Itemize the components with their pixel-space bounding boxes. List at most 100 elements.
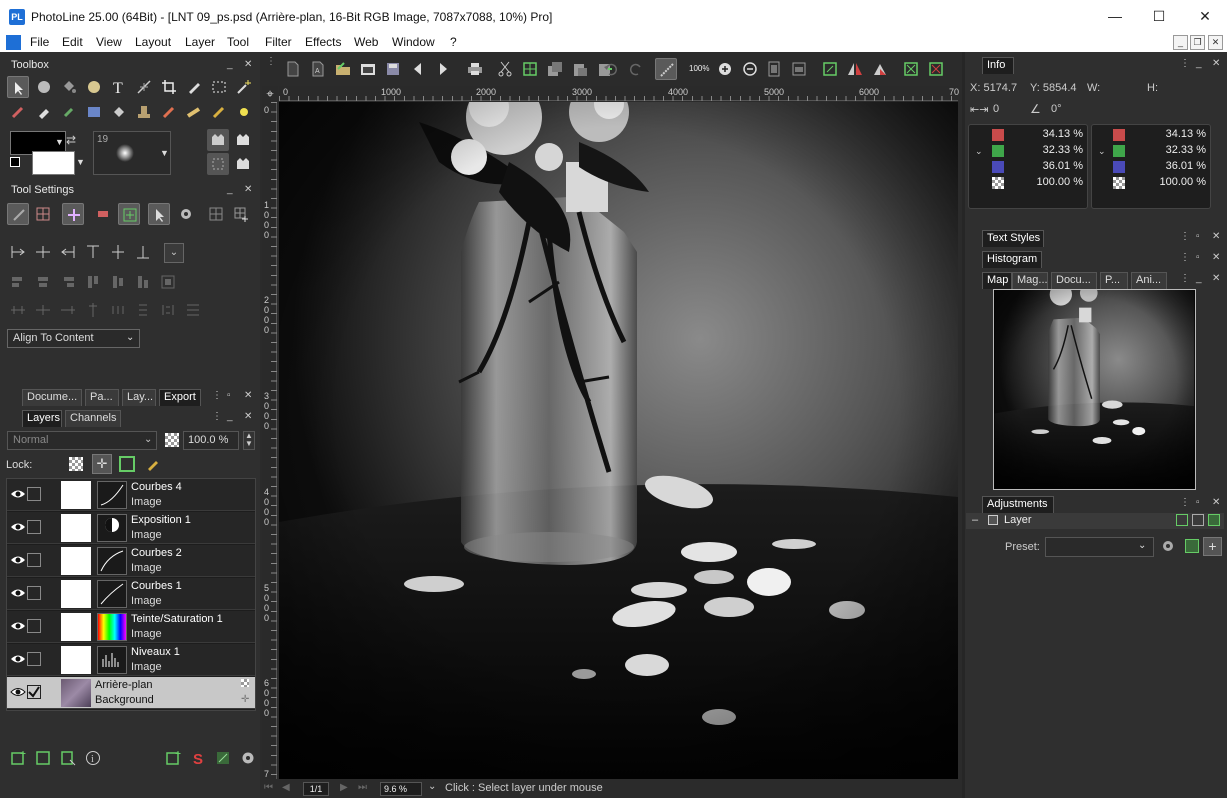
visibility-eye-icon[interactable] [10, 587, 26, 599]
text-styles-close-button[interactable]: ✕ [1212, 231, 1220, 242]
menu-file[interactable]: File [30, 35, 49, 49]
previous-document-icon[interactable] [407, 58, 429, 80]
tab-document[interactable]: Docu... [1051, 272, 1097, 289]
quick-mask-icon[interactable] [232, 129, 254, 151]
space-even-v-icon[interactable] [132, 299, 154, 321]
space-even-both-icon[interactable] [157, 299, 179, 321]
tab-map[interactable]: Map [982, 272, 1012, 289]
pen-tool[interactable] [183, 76, 205, 98]
mdi-minimize-button[interactable]: _ [1173, 35, 1188, 50]
crop-tool[interactable] [158, 76, 180, 98]
vertical-ruler[interactable]: 0 1 0 0 0 2 0 0 0 3 0 0 0 4 0 0 0 5 0 0 … [262, 102, 277, 779]
adj-link-icon[interactable] [1192, 514, 1204, 526]
adjustments-layer-header[interactable]: – Layer [966, 513, 1224, 529]
lock-size-icon[interactable] [119, 456, 135, 472]
cut-icon[interactable] [494, 58, 516, 80]
copy-icon[interactable] [544, 58, 566, 80]
map-close-button[interactable]: ✕ [1212, 273, 1220, 284]
tab-channels[interactable]: Channels [65, 410, 121, 427]
info-minimize-button[interactable]: _ [1196, 58, 1202, 69]
doc-tabs-float-button[interactable]: ▫ [227, 390, 231, 401]
menu-layout[interactable]: Layout [135, 35, 171, 49]
zoom-in-icon[interactable] [714, 58, 736, 80]
layer-mask-thumbnail[interactable] [61, 613, 91, 641]
layer-select-checkbox[interactable] [27, 553, 41, 567]
select-layer-option-icon[interactable] [7, 203, 29, 225]
map-minimize-button[interactable]: _ [1196, 273, 1202, 284]
adjustments-menu-icon[interactable]: ⋮ [1180, 497, 1190, 508]
layer-mask-thumbnail[interactable] [61, 646, 91, 674]
doc-tabs-menu-icon[interactable]: ⋮ [212, 390, 222, 401]
horizontal-ruler[interactable]: 0 1000 2000 3000 4000 5000 6000 70 [279, 86, 959, 101]
add-preset-button[interactable]: + [1203, 537, 1222, 556]
new-adjustment-icon[interactable] [212, 747, 234, 769]
document-canvas[interactable] [279, 102, 958, 779]
adjustments-float-button[interactable]: ▫ [1196, 497, 1200, 508]
layer-select-checkbox[interactable] [27, 520, 41, 534]
settings-gear-icon[interactable] [175, 203, 197, 225]
tab-magnifier[interactable]: Mag... [1012, 272, 1048, 289]
arrow-option-icon[interactable] [148, 203, 170, 225]
previous-page-icon[interactable]: ◀ [282, 782, 290, 793]
smudge-tool[interactable] [158, 101, 180, 123]
layer-mask-thumbnail[interactable] [61, 580, 91, 608]
duplicate-layer-icon[interactable] [32, 747, 54, 769]
toolbox-close-button[interactable]: ✕ [244, 59, 252, 70]
background-color-swatch[interactable] [32, 151, 75, 175]
resize-canvas-icon[interactable] [819, 58, 841, 80]
levels-thumbnail-icon[interactable] [97, 646, 127, 674]
first-page-icon[interactable]: ⏮ [264, 782, 273, 793]
clone-tool[interactable] [58, 101, 80, 123]
redo-icon[interactable] [625, 58, 647, 80]
adj-apply-icon[interactable] [1208, 514, 1220, 526]
layer-row-teinte-saturation-1[interactable]: Teinte/Saturation 1 Image [7, 611, 255, 643]
layer-row-courbes-1[interactable]: Courbes 1 Image [7, 578, 255, 610]
histogram-close-button[interactable]: ✕ [1212, 252, 1220, 263]
visibility-eye-icon[interactable] [10, 620, 26, 632]
transform-layer-icon[interactable] [900, 58, 922, 80]
preset-settings-gear-icon[interactable] [1161, 539, 1175, 553]
layer-mask-thumbnail[interactable] [61, 547, 91, 575]
brush-tool[interactable] [7, 101, 29, 123]
menu-layer[interactable]: Layer [185, 35, 215, 49]
transform-icon[interactable] [92, 203, 114, 225]
toolbox-minimize-button[interactable]: _ [227, 59, 233, 70]
preset-apply-icon[interactable] [1185, 539, 1199, 553]
tab-p[interactable]: P... [1100, 272, 1128, 289]
layers-minimize-button[interactable]: _ [227, 411, 233, 422]
info-menu-icon[interactable]: ⋮ [1180, 58, 1190, 69]
collapse-icon[interactable]: – [972, 514, 978, 526]
distribute-vcenter-icon[interactable] [107, 271, 129, 293]
document-icon[interactable] [6, 35, 21, 50]
distribute-hcenter-icon[interactable] [32, 271, 54, 293]
ellipse-shape-tool[interactable] [33, 76, 55, 98]
shape-tool[interactable] [83, 76, 105, 98]
smooth-zoom-icon[interactable] [655, 58, 677, 80]
retouch-tool[interactable] [183, 101, 205, 123]
grid-snap-icon[interactable] [32, 203, 54, 225]
next-page-icon[interactable]: ▶ [340, 782, 348, 793]
mask-edit-icon[interactable] [232, 153, 254, 175]
visibility-eye-icon[interactable] [10, 554, 26, 566]
fit-width-icon[interactable] [788, 58, 810, 80]
eraser-tool[interactable] [33, 101, 55, 123]
layer-row-exposition-1[interactable]: Exposition 1 Image [7, 512, 255, 544]
new-layer-icon[interactable] [7, 747, 29, 769]
space-h-left-icon[interactable] [7, 299, 29, 321]
new-from-template-icon[interactable]: A [307, 58, 329, 80]
layer-mask-thumbnail[interactable] [61, 481, 91, 509]
layer-select-checkbox[interactable] [27, 619, 41, 633]
tab-layout[interactable]: Lay... [122, 389, 156, 406]
undo-icon[interactable] [600, 58, 622, 80]
distribute-right-icon[interactable] [57, 271, 79, 293]
text-styles-menu-icon[interactable]: ⋮ [1180, 231, 1190, 242]
layer-row-niveaux-1[interactable]: Niveaux 1 Image [7, 644, 255, 676]
visibility-eye-icon[interactable] [10, 653, 26, 665]
doc-tabs-close-button[interactable]: ✕ [244, 390, 252, 401]
paint-bucket-tool[interactable] [58, 76, 80, 98]
align-to-select[interactable]: Align To Content ⌄ [7, 329, 140, 348]
trim-icon[interactable] [925, 58, 947, 80]
curves-thumbnail-icon[interactable] [97, 547, 127, 575]
visibility-eye-icon[interactable] [10, 686, 26, 698]
maximize-button[interactable]: ☐ [1148, 5, 1170, 27]
